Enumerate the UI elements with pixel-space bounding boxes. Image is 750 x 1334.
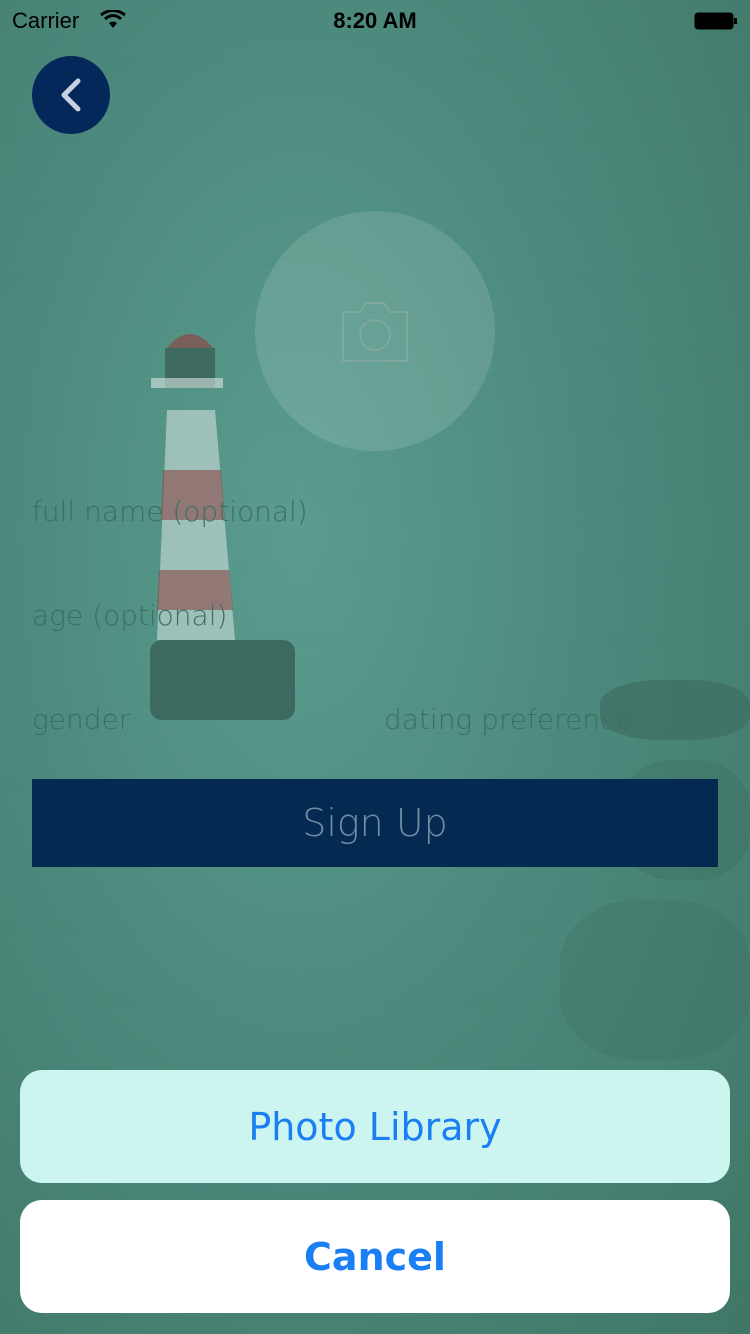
signup-button[interactable]: Sign Up <box>32 779 718 867</box>
age-field[interactable]: age (optional) <box>32 599 227 632</box>
gender-field[interactable]: gender <box>32 703 130 736</box>
chevron-left-icon <box>61 78 81 112</box>
battery-icon <box>694 12 737 30</box>
profile-photo-picker[interactable] <box>255 211 495 451</box>
dating-preference-field[interactable]: dating preference <box>384 703 633 736</box>
photo-library-button[interactable]: Photo Library <box>20 1070 730 1183</box>
status-bar: Carrier 8:20 AM <box>0 0 750 40</box>
status-time: 8:20 AM <box>333 8 417 33</box>
rocks <box>560 900 750 1060</box>
back-button[interactable] <box>32 56 110 134</box>
cancel-button[interactable]: Cancel <box>20 1200 730 1313</box>
camera-icon <box>342 302 408 362</box>
full-name-field[interactable]: full name (optional) <box>32 495 308 528</box>
